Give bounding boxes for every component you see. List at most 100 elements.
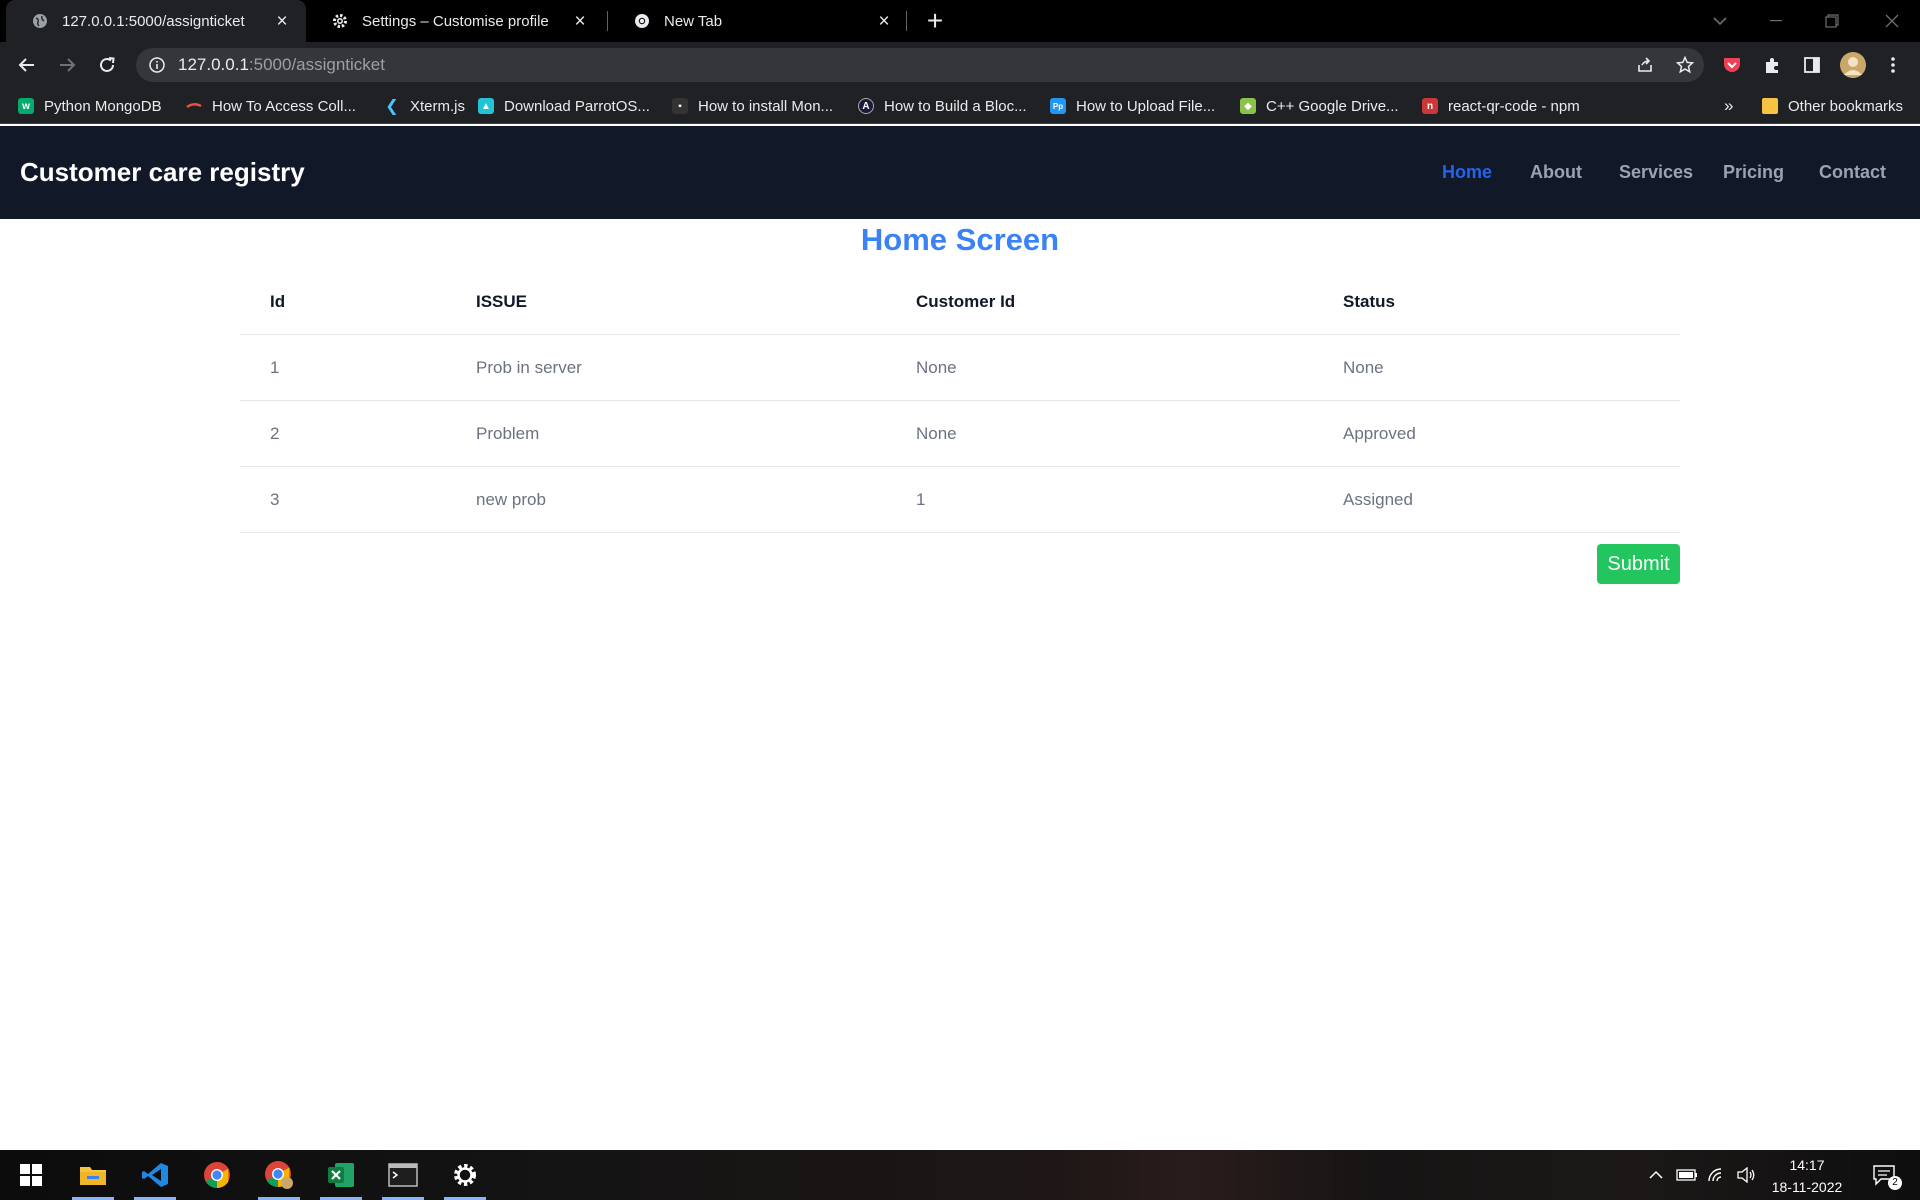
pp-icon: Pp	[1050, 98, 1066, 114]
folder-icon	[1762, 98, 1778, 114]
mongo-icon: ▪	[672, 98, 688, 114]
nav-home[interactable]: Home	[1442, 126, 1492, 219]
volume-icon[interactable]	[1732, 1150, 1760, 1200]
nav-about[interactable]: About	[1530, 126, 1582, 219]
cell-customer-id: 1	[916, 490, 926, 509]
bookmark-build-block[interactable]: A How to Build a Bloc...	[858, 88, 1027, 124]
file-explorer-icon[interactable]	[62, 1150, 124, 1200]
cell-issue: new prob	[476, 490, 546, 509]
address-bar[interactable]: 127.0.0.1:5000/assignticket	[136, 48, 1704, 82]
npm-icon: n	[1422, 98, 1438, 114]
close-window-icon[interactable]	[1864, 0, 1920, 42]
taskbar-clock[interactable]: 14:17 18-11-2022	[1764, 1154, 1850, 1198]
bookmark-label: How to install Mon...	[698, 97, 834, 115]
table-header-row: Id ISSUE Customer Id Status	[240, 270, 1680, 335]
restore-icon[interactable]	[1804, 0, 1860, 42]
minimize-icon[interactable]	[1748, 0, 1804, 42]
cell-id: 2	[270, 424, 280, 443]
tab-assignticket[interactable]: 127.0.0.1:5000/assignticket ×	[6, 0, 306, 42]
bookmark-star-icon[interactable]	[1670, 50, 1700, 80]
url-text[interactable]: 127.0.0.1:5000/assignticket	[178, 48, 385, 82]
back-icon[interactable]	[12, 50, 42, 80]
chrome-icon[interactable]	[186, 1150, 248, 1200]
profile-avatar[interactable]	[1838, 50, 1868, 80]
pocket-icon[interactable]	[1717, 50, 1747, 80]
close-tab-icon[interactable]: ×	[570, 11, 590, 31]
cell-id: 3	[270, 490, 280, 509]
nav-pricing[interactable]: Pricing	[1723, 126, 1784, 219]
url-path: :5000/assignticket	[248, 55, 385, 74]
windows-taskbar: 14:17 18-11-2022 2	[0, 1150, 1920, 1200]
close-tab-icon[interactable]: ×	[874, 11, 894, 31]
close-tab-icon[interactable]: ×	[272, 11, 292, 31]
cell-issue: Prob in server	[476, 358, 582, 377]
w3schools-icon: w	[18, 98, 34, 114]
page-title: Home Screen	[860, 222, 1060, 257]
tab-title: Settings – Customise profile	[362, 12, 549, 30]
extensions-icon[interactable]	[1757, 50, 1787, 80]
gear-icon	[332, 13, 348, 29]
clock-date: 18-11-2022	[1771, 1179, 1843, 1195]
table-row: 1 Prob in server None None	[240, 335, 1680, 401]
bookmark-label: How to Build a Bloc...	[884, 97, 1027, 115]
tab-title: 127.0.0.1:5000/assignticket	[62, 12, 245, 30]
share-icon[interactable]	[1630, 50, 1660, 80]
tab-settings[interactable]: Settings – Customise profile ×	[306, 0, 604, 42]
bookmark-label: How To Access Coll...	[212, 97, 356, 115]
chrome-icon	[634, 13, 650, 29]
bookmarks-overflow-chevron[interactable]: »	[1724, 88, 1733, 124]
cell-id: 1	[270, 358, 280, 377]
bookmark-upload-file[interactable]: Pp How to Upload File...	[1050, 88, 1215, 124]
browser-toolbar: 127.0.0.1:5000/assignticket	[0, 42, 1920, 88]
tab-separator	[906, 11, 907, 31]
forward-icon[interactable]	[52, 50, 82, 80]
menu-kebab-icon[interactable]	[1878, 50, 1908, 80]
column-header-customer-id: Customer Id	[916, 292, 1016, 311]
reload-icon[interactable]	[92, 50, 122, 80]
globe-icon	[32, 13, 48, 29]
site-info-icon[interactable]	[148, 56, 166, 74]
show-hidden-icons-chevron-icon[interactable]	[1644, 1150, 1668, 1200]
column-header-id: Id	[270, 292, 286, 311]
table-row: 3 new prob 1 Assigned	[240, 467, 1680, 533]
settings-gear-icon[interactable]	[434, 1150, 496, 1200]
cell-status: Approved	[1343, 424, 1416, 443]
nav-contact[interactable]: Contact	[1819, 126, 1886, 219]
cell-customer-id: None	[916, 358, 957, 377]
notification-count-badge: 2	[1888, 1176, 1902, 1190]
bookmark-python-mongodb[interactable]: w Python MongoDB	[18, 88, 162, 124]
tab-search-icon[interactable]	[1692, 0, 1748, 42]
bookmark-cpp-gdrive[interactable]: ◆ C++ Google Drive...	[1240, 88, 1399, 124]
site-navbar: Customer care registry Home About Servic…	[0, 126, 1920, 219]
table-row: 2 Problem None Approved	[240, 401, 1680, 467]
other-bookmarks[interactable]: Other bookmarks	[1762, 88, 1903, 124]
cell-customer-id: None	[916, 424, 957, 443]
bookmark-parrotos[interactable]: ▲ Download ParrotOS...	[478, 88, 650, 124]
excel-icon[interactable]	[310, 1150, 372, 1200]
battery-icon[interactable]	[1674, 1150, 1700, 1200]
bookmark-install-mongo[interactable]: ▪ How to install Mon...	[672, 88, 833, 124]
bookmark-label: C++ Google Drive...	[1266, 97, 1399, 115]
terminal-icon[interactable]	[372, 1150, 434, 1200]
new-tab-button[interactable]: +	[920, 6, 950, 36]
tab-new-tab[interactable]: New Tab ×	[608, 0, 908, 42]
submit-button[interactable]: Submit	[1597, 544, 1680, 584]
bookmark-react-qr[interactable]: n react-qr-code - npm	[1422, 88, 1580, 124]
tickets-table: Id ISSUE Customer Id Status 1 Prob in se…	[240, 270, 1680, 533]
nav-services[interactable]: Services	[1619, 126, 1693, 219]
brand-title[interactable]: Customer care registry	[20, 126, 305, 219]
clock-time: 14:17	[1789, 1157, 1825, 1173]
wifi-icon[interactable]	[1704, 1150, 1730, 1200]
bookmark-label: Download ParrotOS...	[504, 97, 650, 115]
bookmark-xterm[interactable]: ❮ Xterm.js	[384, 88, 465, 124]
notification-center-icon[interactable]: 2	[1864, 1150, 1904, 1200]
chrome-profile-icon[interactable]	[248, 1150, 310, 1200]
start-button-windows-icon[interactable]	[0, 1150, 62, 1200]
cell-issue: Problem	[476, 424, 540, 443]
bookmark-how-to-access[interactable]: How To Access Coll...	[186, 88, 356, 124]
side-panel-icon[interactable]	[1797, 50, 1827, 80]
url-host: 127.0.0.1	[178, 55, 249, 74]
vscode-icon[interactable]	[124, 1150, 186, 1200]
bookmarks-bar: w Python MongoDB How To Access Coll... ❮…	[0, 88, 1920, 124]
column-header-status: Status	[1343, 292, 1395, 311]
